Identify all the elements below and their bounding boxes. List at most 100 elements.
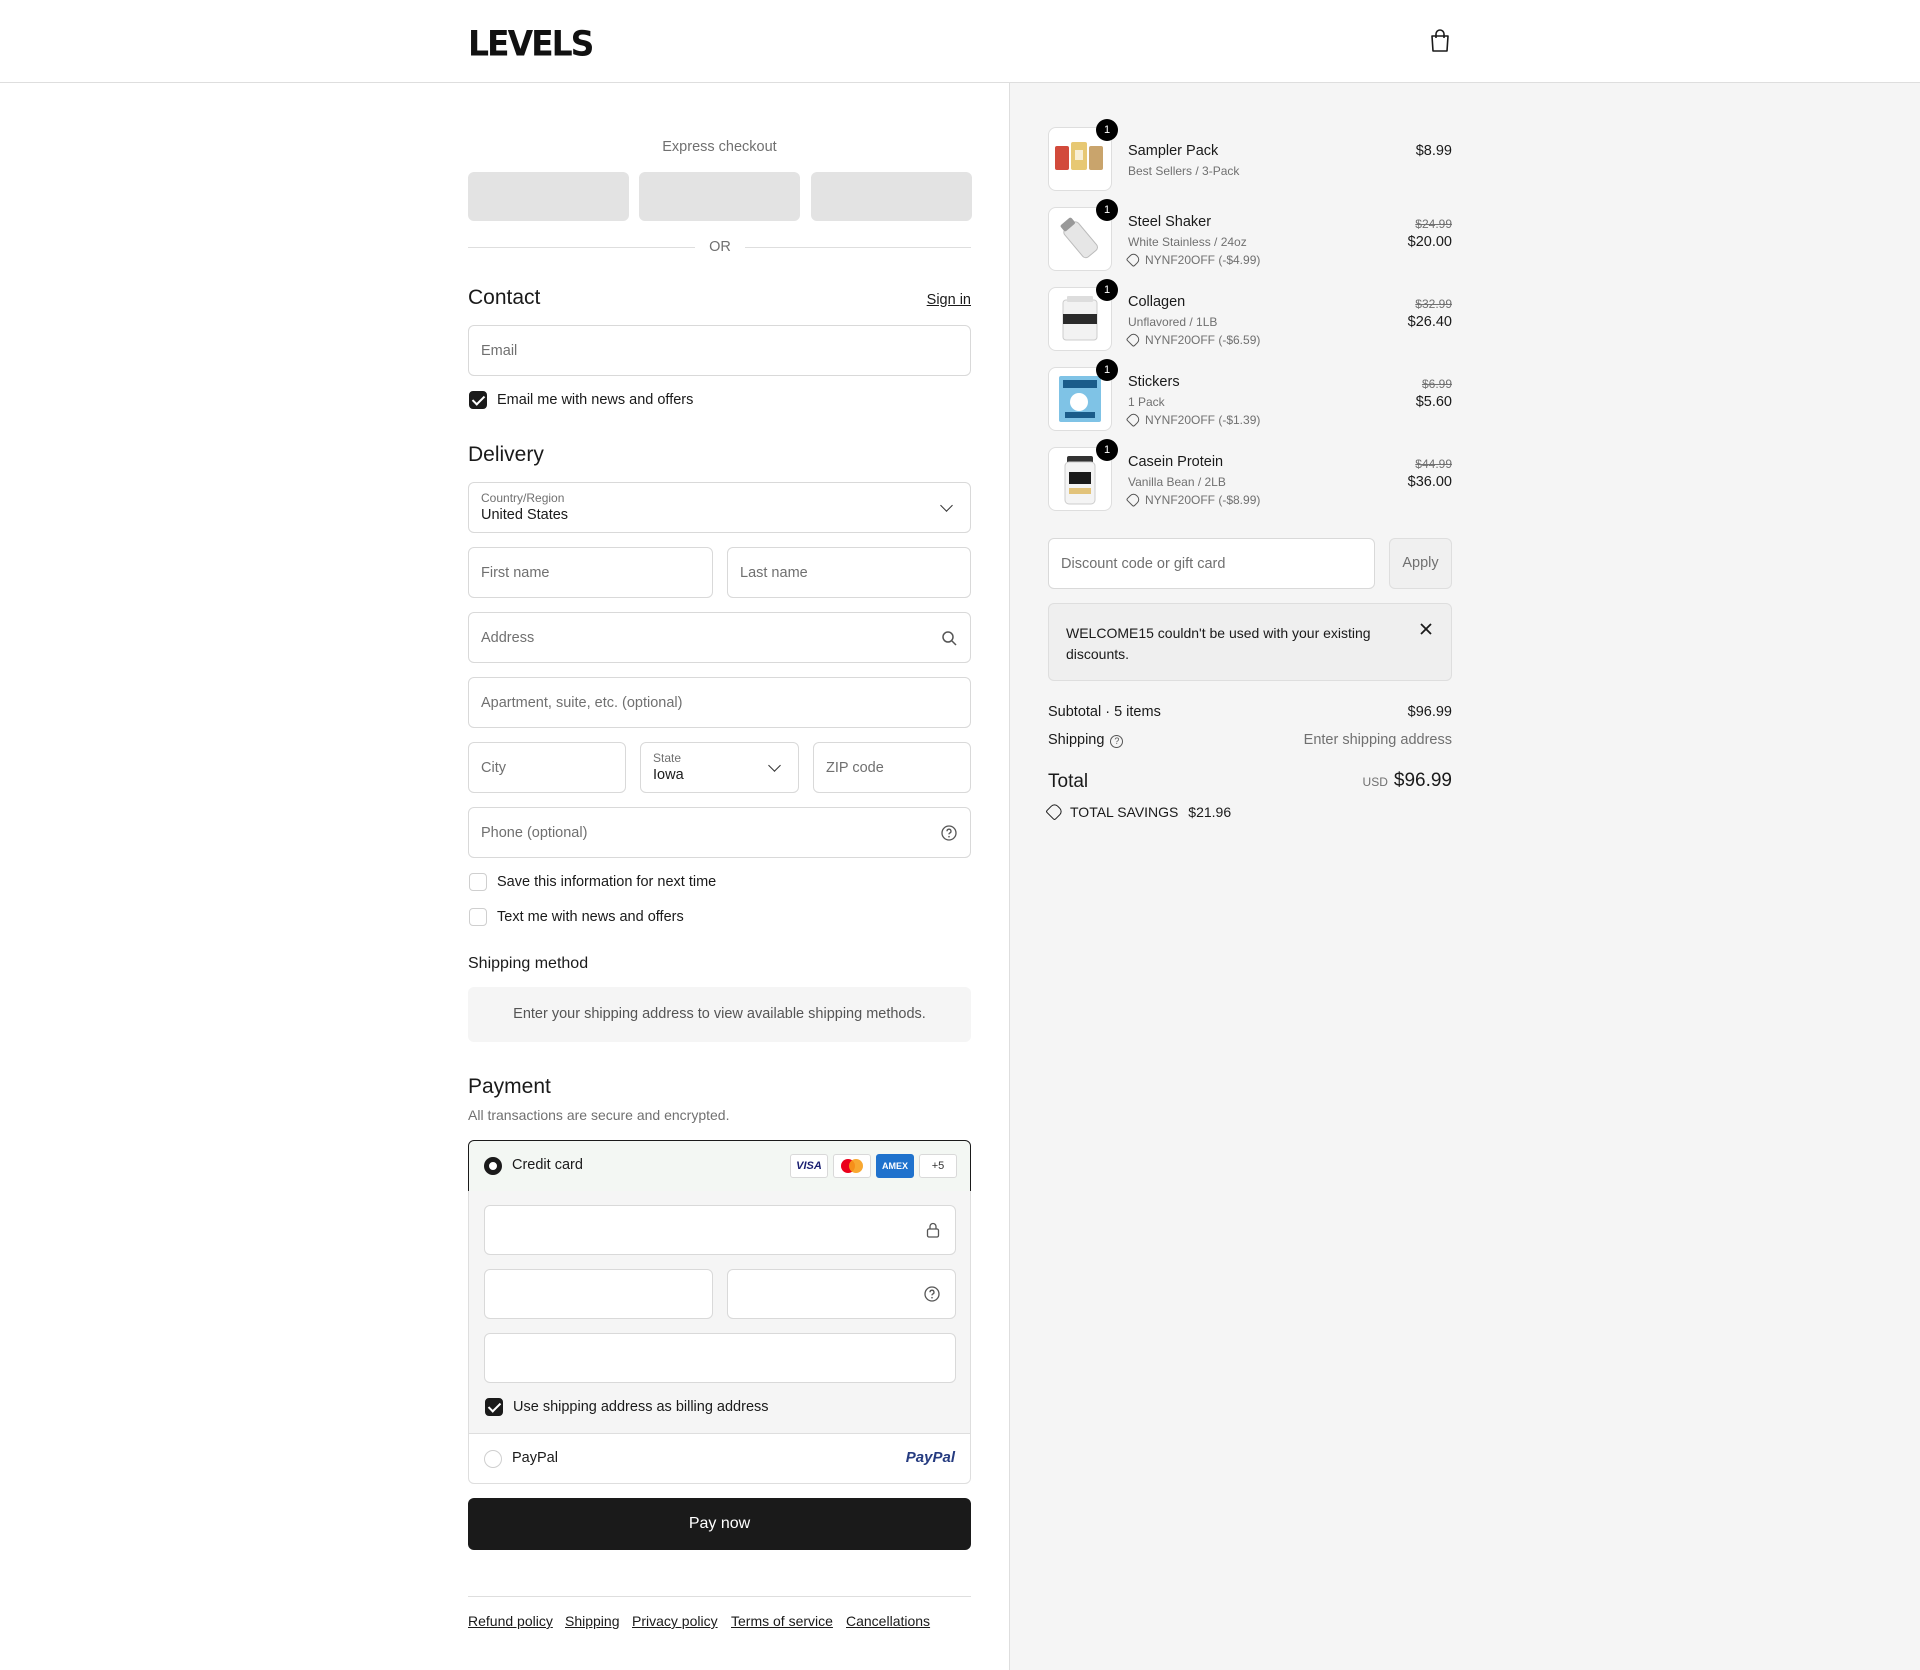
total-label: Total (1048, 771, 1089, 792)
quantity-badge: 1 (1096, 359, 1118, 381)
save-info-label: Save this information for next time (497, 874, 717, 890)
paypal-label: PayPal (512, 1450, 558, 1466)
express-button-2[interactable] (639, 172, 800, 221)
country-label: Country/Region (481, 491, 565, 505)
total-row: USD $96.99 (1363, 770, 1452, 792)
address-field[interactable]: Address (468, 612, 971, 663)
express-button-3[interactable] (811, 172, 972, 221)
divider (745, 247, 971, 248)
first-name-placeholder: First name (481, 565, 550, 581)
refund-policy-link[interactable]: Refund policy (468, 1613, 553, 1629)
card-number-field[interactable] (484, 1205, 956, 1255)
levels-logo[interactable]: LEVELS (468, 23, 594, 64)
credit-card-label: Credit card (512, 1157, 583, 1173)
credit-card-option[interactable]: Credit card VISA AMEX +5 (468, 1140, 971, 1192)
help-icon[interactable] (941, 825, 957, 841)
phone-field[interactable]: Phone (optional) (468, 807, 971, 858)
name-on-card-field[interactable] (484, 1333, 956, 1383)
item-discount-code: NYNF20OFF (-$6.59) (1125, 331, 1260, 348)
express-checkout-label: Express checkout (662, 139, 777, 155)
email-news-checkbox[interactable] (469, 391, 487, 409)
discount-placeholder: Discount code or gift card (1061, 556, 1226, 572)
shipping-policy-link[interactable]: Shipping (565, 1613, 620, 1629)
quantity-badge: 1 (1096, 199, 1118, 221)
privacy-policy-link[interactable]: Privacy policy (632, 1613, 718, 1629)
shipping-row: Shipping? (1048, 732, 1124, 748)
quantity-badge: 1 (1096, 279, 1118, 301)
zip-field[interactable]: ZIP code (813, 742, 971, 793)
delivery-heading: Delivery (468, 443, 544, 466)
country-select[interactable]: Country/Region United States (468, 482, 971, 533)
sign-in-link[interactable]: Sign in (927, 292, 971, 308)
subtotal-label: Subtotal · 5 items (1048, 704, 1161, 720)
item-discount-code: NYNF20OFF (-$1.39) (1125, 411, 1260, 428)
tag-icon (1125, 251, 1142, 268)
contact-heading: Contact (468, 286, 541, 309)
text-offers-label: Text me with news and offers (497, 909, 684, 925)
tag-icon (1125, 331, 1142, 348)
item-variant: 1 Pack (1128, 395, 1165, 409)
express-button-1[interactable] (468, 172, 629, 221)
product-image-stickers: 1 (1048, 359, 1118, 431)
first-name-field[interactable]: First name (468, 547, 713, 598)
apply-button[interactable]: Apply (1389, 538, 1452, 589)
save-info-checkbox[interactable] (469, 873, 487, 891)
paypal-logo: PayPal (905, 1449, 955, 1466)
visa-icon: VISA (790, 1154, 828, 1178)
email-news-label: Email me with news and offers (497, 392, 694, 408)
item-price: $5.60 (1415, 394, 1452, 410)
apartment-field[interactable]: Apartment, suite, etc. (optional) (468, 677, 971, 728)
city-placeholder: City (481, 760, 506, 776)
item-variant: Unflavored / 1LB (1128, 315, 1218, 329)
item-old-price: $44.99 (1415, 457, 1452, 471)
item-price: $26.40 (1407, 314, 1452, 330)
email-field[interactable]: Email (468, 325, 971, 376)
state-select[interactable]: State Iowa (640, 742, 799, 793)
terms-of-service-link[interactable]: Terms of service (731, 1613, 833, 1629)
total-savings-label: TOTAL SAVINGS (1070, 804, 1179, 820)
city-field[interactable]: City (468, 742, 626, 793)
alert-message: WELCOME15 couldn't be used with your exi… (1066, 625, 1371, 662)
email-placeholder: Email (481, 343, 518, 359)
discount-code-input[interactable]: Discount code or gift card (1048, 538, 1375, 589)
subtotal-value: $96.99 (1407, 704, 1452, 720)
close-icon[interactable] (1419, 622, 1433, 636)
help-icon[interactable] (924, 1286, 940, 1302)
product-image-casein-protein: 1 (1048, 439, 1118, 511)
total-savings-row: TOTAL SAVINGS $21.96 (1045, 802, 1232, 821)
item-old-price: $24.99 (1415, 217, 1452, 231)
tag-icon (1045, 802, 1064, 821)
shipping-method-heading: Shipping method (468, 955, 589, 972)
credit-card-radio[interactable] (484, 1157, 502, 1175)
zip-placeholder: ZIP code (826, 760, 884, 776)
product-image-sampler-pack: 1 (1048, 119, 1118, 191)
item-discount-code: NYNF20OFF (-$4.99) (1125, 251, 1260, 268)
discount-error-alert: WELCOME15 couldn't be used with your exi… (1048, 603, 1452, 681)
item-variant: Best Sellers / 3-Pack (1128, 164, 1240, 178)
item-name: Stickers (1128, 374, 1180, 390)
payment-heading: Payment (468, 1075, 551, 1098)
help-icon[interactable]: ? (1110, 735, 1124, 748)
country-value: United States (481, 507, 569, 523)
total-savings-value: $21.96 (1188, 804, 1232, 820)
billing-same-checkbox[interactable] (485, 1398, 503, 1416)
product-image-collagen: 1 (1048, 279, 1118, 351)
item-price: $20.00 (1407, 234, 1452, 250)
pay-now-button[interactable]: Pay now (468, 1498, 971, 1550)
item-old-price: $6.99 (1421, 377, 1452, 391)
last-name-field[interactable]: Last name (727, 547, 971, 598)
chevron-down-icon (768, 759, 781, 772)
text-offers-checkbox[interactable] (469, 908, 487, 926)
shipping-method-message: Enter your shipping address to view avai… (468, 987, 971, 1042)
shipping-label: Shipping (1048, 732, 1105, 748)
shopping-bag-icon[interactable] (1429, 29, 1451, 53)
total-value: $96.99 (1393, 770, 1452, 791)
item-price: $8.99 (1415, 143, 1452, 159)
security-code-field[interactable] (727, 1269, 956, 1319)
paypal-radio[interactable] (484, 1450, 502, 1468)
apartment-placeholder: Apartment, suite, etc. (optional) (481, 695, 683, 711)
paypal-option[interactable]: PayPal PayPal (468, 1433, 971, 1484)
cancellations-link[interactable]: Cancellations (846, 1613, 930, 1629)
expiration-field[interactable] (484, 1269, 713, 1319)
address-placeholder: Address (481, 630, 535, 646)
